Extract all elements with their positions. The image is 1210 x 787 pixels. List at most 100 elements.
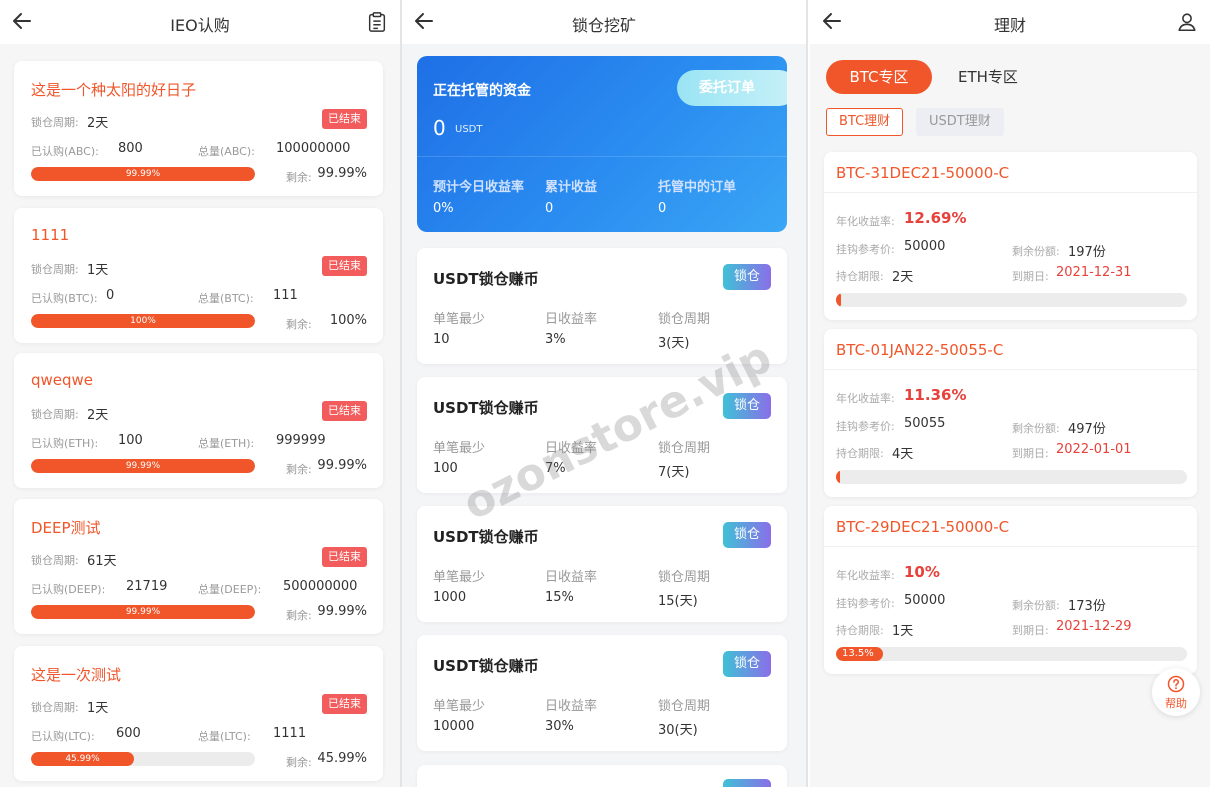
panel-divider xyxy=(806,0,808,787)
min-amount-label: 单笔最少 xyxy=(433,312,486,327)
daily-rate-label: 日收益率 xyxy=(545,570,598,585)
reference-price-label: 挂钩参考价: xyxy=(836,597,895,610)
total-label: 总量(ETH): xyxy=(198,437,255,450)
progress-text: 99.99% xyxy=(125,607,161,617)
lock-period-label: 锁仓周期 xyxy=(658,441,711,456)
lock-button[interactable] xyxy=(723,779,771,787)
remain-label: 剩余: xyxy=(286,756,312,769)
lock-product-card[interactable]: USDT锁仓赚币 锁仓 单笔最少 10 日收益率 3% 锁仓周期 3(天) xyxy=(417,248,787,364)
annual-rate-value: 11.36% xyxy=(904,386,967,404)
finance-product-card[interactable]: BTC-31DEC21-50000-C 年化收益率: 12.69% 挂钩参考价: 500… xyxy=(824,152,1197,320)
lock-period-label: 锁仓周期 xyxy=(658,699,711,714)
progress-fill xyxy=(836,293,841,307)
product-title: USDT锁仓赚币 xyxy=(433,399,539,417)
progress-track: 13.5% xyxy=(836,647,1187,661)
page-title: IEO认购 xyxy=(170,16,230,35)
product-title: USDT锁仓赚币 xyxy=(433,270,539,288)
lock-mining-panel: 锁仓挖矿 正在托管的资金 0 USDT 委托订单 预计今日收益率 0% 累计收益… xyxy=(402,0,806,787)
period-label: 锁仓周期: xyxy=(31,408,79,421)
total-value: 1111 xyxy=(273,726,307,741)
total-label: 总量(ABC): xyxy=(198,145,255,158)
tab-usdt-finance[interactable]: USDT理财 xyxy=(916,108,1004,136)
remain-value: 99.99% xyxy=(317,604,367,619)
lock-product-card[interactable]: USDT锁仓赚币 锁仓 单笔最少 1000 日收益率 15% 锁仓周期 15(天) xyxy=(417,506,787,622)
help-button[interactable]: 帮助 xyxy=(1152,668,1200,716)
product-title: BTC-31DEC21-50000-C xyxy=(836,164,1010,182)
lock-product-card[interactable]: USDT锁仓赚币 锁仓 单笔最少 100 日收益率 7% 锁仓周期 7(天) xyxy=(417,377,787,493)
progress-track: 45.99% xyxy=(31,752,255,766)
subscribed-label: 已认购(LTC): xyxy=(31,730,95,743)
clipboard-icon[interactable] xyxy=(366,11,388,33)
ieo-panel: IEO认购 这是一个种太阳的好日子 锁仓周期: 2天 已结束 已认购(ABC): 800 总… xyxy=(0,0,400,787)
lock-product-card[interactable]: USDT锁仓赚币 锁仓 单笔最少 10000 日收益率 30% 锁仓周期 30(天) xyxy=(417,635,787,751)
due-date-value: 2021-12-31 xyxy=(1056,265,1132,280)
total-label: 总量(BTC): xyxy=(198,292,254,305)
reference-price-value: 50055 xyxy=(904,416,946,431)
progress-text: 99.99% xyxy=(125,169,161,179)
stat-label-orders: 托管中的订单 xyxy=(658,180,737,195)
ieo-card[interactable]: qweqwe 锁仓周期: 2天 已结束 已认购(ETH): 100 总量(ETH): 9999… xyxy=(14,353,383,488)
lock-button[interactable]: 锁仓 xyxy=(723,522,771,548)
subscribed-value: 800 xyxy=(118,141,143,156)
ieo-card[interactable]: DEEP测试 锁仓周期: 61天 已结束 已认购(DEEP): 21719 总量(DEEP)… xyxy=(14,499,383,634)
ieo-name: qweqwe xyxy=(31,371,94,389)
min-amount-value: 100 xyxy=(433,461,458,476)
period-value: 61天 xyxy=(87,554,117,569)
lock-button[interactable]: 锁仓 xyxy=(723,393,771,419)
tab-eth-zone[interactable]: ETH专区 xyxy=(958,60,1018,94)
lock-product-card[interactable] xyxy=(417,765,787,787)
finance-product-card[interactable]: BTC-01JAN22-50055-C 年化收益率: 11.36% 挂钩参考价: 500… xyxy=(824,329,1197,497)
due-date-value: 2022-01-01 xyxy=(1056,442,1132,457)
due-date-label: 到期日: xyxy=(1012,270,1049,283)
annual-rate-value: 12.69% xyxy=(904,209,967,227)
card-divider xyxy=(824,546,1197,547)
ieo-name: 这是一次测试 xyxy=(31,666,122,684)
ieo-card[interactable]: 这是一次测试 锁仓周期: 1天 已结束 已认购(LTC): 600 总量(LTC): 1111… xyxy=(14,646,383,781)
ieo-name: 1111 xyxy=(31,226,70,244)
product-title: USDT锁仓赚币 xyxy=(433,657,539,675)
page-title: 理财 xyxy=(993,16,1026,35)
progress-text: 99.99% xyxy=(125,461,161,471)
total-label: 总量(DEEP): xyxy=(198,583,262,596)
product-title: BTC-29DEC21-50000-C xyxy=(836,518,1010,536)
custody-label: 正在托管的资金 xyxy=(433,83,531,99)
ieo-navbar: IEO认购 xyxy=(0,0,400,44)
subscribed-label: 已认购(ABC): xyxy=(31,145,99,158)
remaining-shares-label: 剩余份额: xyxy=(1012,599,1060,612)
period-value: 2天 xyxy=(87,116,109,131)
period-label: 锁仓周期: xyxy=(31,554,79,567)
ieo-card[interactable]: 1111 锁仓周期: 1天 已结束 已认购(BTC): 0 总量(BTC): 111 100% 剩… xyxy=(14,208,383,343)
lock-button[interactable]: 锁仓 xyxy=(723,264,771,290)
tab-btc-zone[interactable]: BTC专区 xyxy=(826,60,932,94)
user-icon[interactable] xyxy=(1176,11,1198,33)
lock-button[interactable]: 锁仓 xyxy=(723,651,771,677)
progress-track xyxy=(836,470,1187,484)
stat-label-today-rate: 预计今日收益率 xyxy=(433,180,525,195)
tab-btc-finance[interactable]: BTC理财 xyxy=(826,108,904,136)
stat-value-total-income: 0 xyxy=(545,201,554,216)
total-value: 100000000 xyxy=(276,141,351,156)
reference-price-value: 50000 xyxy=(904,593,946,608)
subscribed-value: 100 xyxy=(118,433,143,448)
min-amount-label: 单笔最少 xyxy=(433,699,486,714)
annual-rate-value: 10% xyxy=(904,563,940,581)
subscribed-label: 已认购(BTC): xyxy=(31,292,98,305)
entrust-orders-button[interactable]: 委托订单 xyxy=(677,70,787,106)
ieo-card[interactable]: 这是一个种太阳的好日子 锁仓周期: 2天 已结束 已认购(ABC): 800 总量(ABC)… xyxy=(14,61,383,196)
period-label: 锁仓周期: xyxy=(31,701,79,714)
daily-rate-value: 3% xyxy=(545,332,566,347)
lock-period-value: 7(天) xyxy=(658,465,690,480)
due-date-label: 到期日: xyxy=(1012,447,1049,460)
total-value: 999999 xyxy=(276,433,326,448)
min-amount-label: 单笔最少 xyxy=(433,441,486,456)
total-value: 111 xyxy=(273,288,298,303)
reference-price-label: 挂钩参考价: xyxy=(836,420,895,433)
annual-rate-label: 年化收益率: xyxy=(836,569,895,582)
custody-summary-card: 正在托管的资金 0 USDT 委托订单 预计今日收益率 0% 累计收益 0 托管… xyxy=(417,56,787,232)
period-label: 锁仓周期: xyxy=(31,116,79,129)
page-title: 锁仓挖矿 xyxy=(571,16,636,35)
annual-rate-label: 年化收益率: xyxy=(836,215,895,228)
reference-price-value: 50000 xyxy=(904,239,946,254)
lock-period-value: 15(天) xyxy=(658,594,698,609)
finance-product-card[interactable]: BTC-29DEC21-50000-C 年化收益率: 10% 挂钩参考价: 50000 剩… xyxy=(824,506,1197,674)
